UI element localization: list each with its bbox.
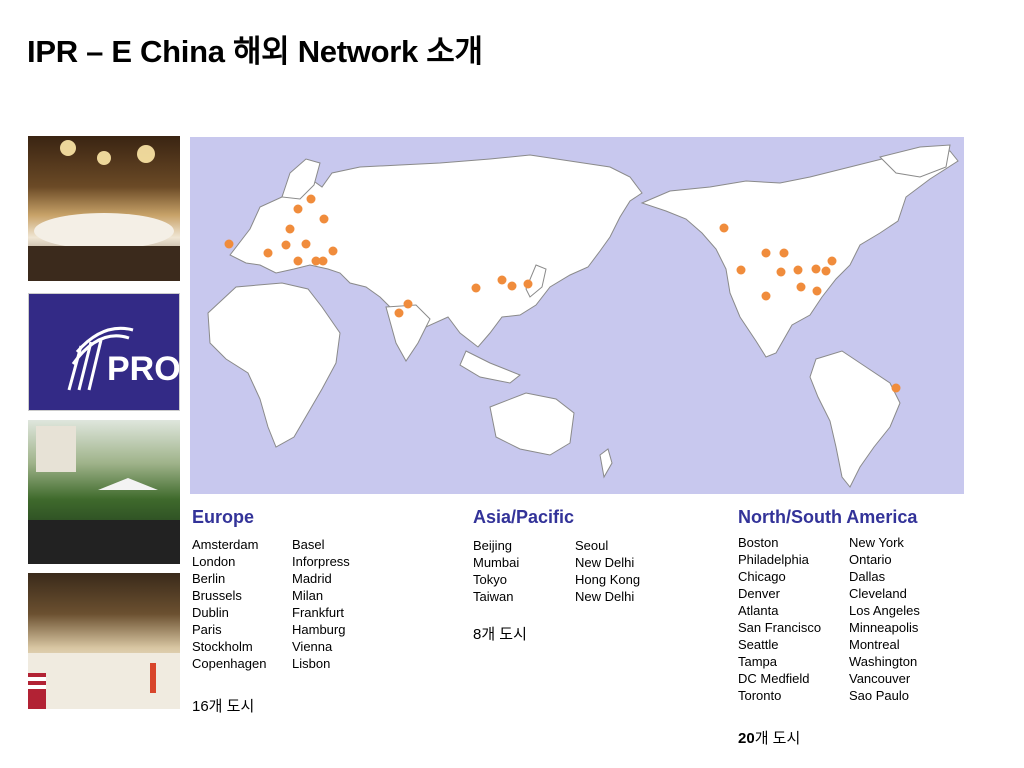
city-label: New Delhi — [575, 589, 635, 604]
city-label: Lisbon — [292, 656, 331, 671]
office-marker — [328, 246, 338, 256]
america-heading: North/South America — [738, 507, 918, 527]
office-marker — [293, 256, 303, 266]
city-label: Frankfurt — [292, 605, 345, 620]
office-marker — [827, 256, 837, 266]
office-marker — [306, 194, 316, 204]
dinner-meeting-photo — [28, 573, 180, 709]
city-label: Toronto — [738, 688, 782, 703]
office-marker — [736, 265, 746, 275]
europe-count: 16개 도시 — [192, 698, 255, 715]
city-label: London — [192, 554, 236, 569]
city-label: Taiwan — [473, 589, 514, 604]
conference-room-photo — [28, 136, 180, 281]
office-marker — [523, 279, 533, 289]
city-label: Sao Paulo — [849, 688, 909, 703]
south-america-landmass — [809, 350, 901, 488]
garden-reception-photo — [28, 420, 180, 564]
office-marker — [507, 281, 517, 291]
office-marker — [811, 264, 821, 274]
office-marker — [293, 204, 303, 214]
city-label: Milan — [292, 588, 324, 603]
city-label: Ontario — [849, 552, 892, 567]
office-marker — [796, 282, 806, 292]
city-label: Dallas — [849, 569, 886, 584]
asia-heading: Asia/Pacific — [473, 507, 575, 527]
city-label: San Francisco — [738, 620, 822, 635]
city-label: Los Angeles — [849, 603, 920, 618]
world-network-map — [190, 137, 964, 494]
city-label: Inforpress — [292, 554, 350, 569]
city-label: Atlanta — [738, 603, 779, 618]
office-marker — [761, 248, 771, 258]
city-label: Montreal — [849, 637, 900, 652]
office-marker — [301, 239, 311, 249]
city-label: Seoul — [575, 538, 609, 553]
city-label: Minneapolis — [849, 620, 919, 635]
office-marker — [821, 266, 831, 276]
america-count: 20개 도시 — [738, 730, 801, 747]
city-label: Hamburg — [292, 622, 346, 637]
city-label: Vancouver — [849, 671, 911, 686]
north-america-landmass — [640, 150, 959, 358]
new-zealand-landmass — [599, 448, 613, 479]
city-label: Philadelphia — [738, 552, 809, 567]
city-label: Madrid — [292, 571, 332, 586]
city-label: Dublin — [192, 605, 229, 620]
city-label: Chicago — [738, 569, 786, 584]
city-label: Brussels — [192, 588, 242, 603]
office-marker — [776, 267, 786, 277]
office-marker — [285, 224, 295, 234]
city-label: New York — [849, 535, 904, 550]
office-marker — [394, 308, 404, 318]
proi-logo: PROI — [28, 293, 180, 411]
city-label: Berlin — [192, 571, 226, 586]
office-marker — [224, 239, 234, 249]
office-marker — [761, 291, 771, 301]
africa-landmass — [207, 282, 341, 448]
office-marker — [779, 248, 789, 258]
office-marker — [471, 283, 481, 293]
city-label: Beijing — [473, 538, 513, 553]
city-label: Tampa — [738, 654, 778, 669]
europe-heading: Europe — [192, 507, 255, 527]
page-title: IPR – E China 해외 Network 소개 — [27, 34, 483, 69]
city-label: DC Medfield — [738, 671, 810, 686]
city-label: Washington — [849, 654, 918, 669]
city-label: Vienna — [292, 639, 333, 654]
office-marker — [263, 248, 273, 258]
asia-count: 8개 도시 — [473, 626, 527, 643]
city-label: Cleveland — [849, 586, 907, 601]
city-label: Boston — [738, 535, 779, 550]
city-label: New Delhi — [575, 555, 635, 570]
city-label: Tokyo — [473, 572, 507, 587]
city-label: Basel — [292, 537, 325, 552]
indonesia-landmass — [459, 350, 521, 384]
city-label: Paris — [192, 622, 222, 637]
india-landmass — [385, 304, 431, 362]
city-label: Stockholm — [192, 639, 253, 654]
city-label: Seattle — [738, 637, 779, 652]
city-label: Amsterdam — [192, 537, 259, 552]
office-marker — [891, 383, 901, 393]
office-marker — [497, 275, 507, 285]
office-marker — [319, 214, 329, 224]
office-marker — [793, 265, 803, 275]
office-marker — [281, 240, 291, 250]
office-marker — [719, 223, 729, 233]
office-marker — [812, 286, 822, 296]
office-marker — [318, 256, 328, 266]
city-label: Denver — [738, 586, 780, 601]
city-label: Mumbai — [473, 555, 520, 570]
city-label: Hong Kong — [575, 572, 641, 587]
australia-landmass — [489, 392, 575, 456]
city-label: Copenhagen — [192, 656, 267, 671]
office-marker — [403, 299, 413, 309]
